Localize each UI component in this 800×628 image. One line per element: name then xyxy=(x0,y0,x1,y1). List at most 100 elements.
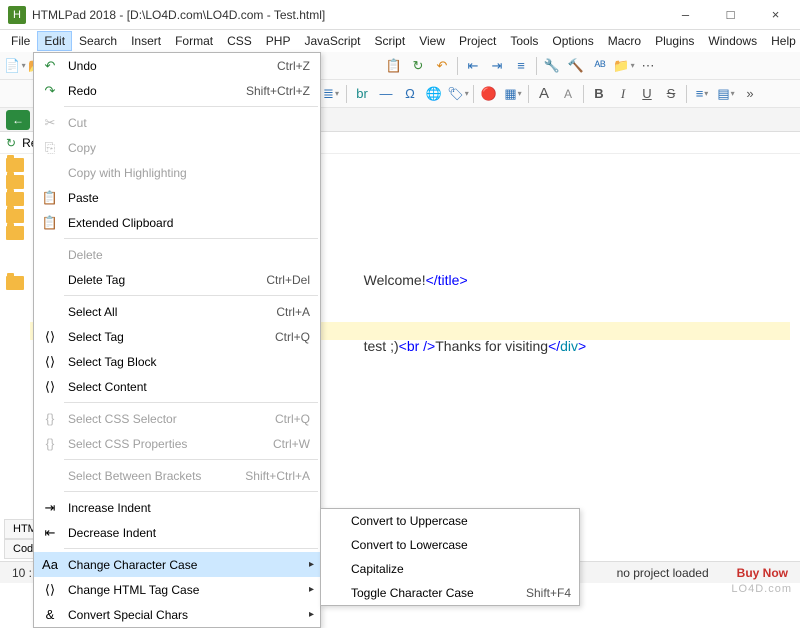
blank-icon xyxy=(40,163,60,183)
omega-icon[interactable]: Ω xyxy=(399,83,421,105)
menu-item-select-all[interactable]: Select AllCtrl+A xyxy=(34,299,320,324)
submenu-label: Capitalize xyxy=(351,562,571,576)
font-size-icon[interactable]: A xyxy=(533,83,555,105)
edit-menu-dropdown: ↶UndoCtrl+Z↷RedoShift+Ctrl+Z✂Cut⎘CopyCop… xyxy=(33,52,321,628)
menu-item-change-character-case[interactable]: AaChange Character Case▸ xyxy=(34,552,320,577)
maximize-button[interactable]: □ xyxy=(708,0,753,30)
refresh-icon[interactable]: ↻ xyxy=(407,55,429,77)
folder2-icon[interactable]: 📁▾ xyxy=(613,55,635,77)
palette-icon[interactable]: ▦▾ xyxy=(502,83,524,105)
align-icon[interactable]: ≡▾ xyxy=(691,83,713,105)
menu-item-select-tag-block[interactable]: ⟨⟩Select Tag Block xyxy=(34,349,320,374)
menu-item-undo[interactable]: ↶UndoCtrl+Z xyxy=(34,53,320,78)
menu-javascript[interactable]: JavaScript xyxy=(297,31,367,51)
menu-item-change-html-tag-case[interactable]: ⟨⟩Change HTML Tag Case▸ xyxy=(34,577,320,602)
menu-css[interactable]: CSS xyxy=(220,31,259,51)
folder-icon[interactable] xyxy=(6,158,24,172)
menu-item-extended-clipboard[interactable]: 📋Extended Clipboard xyxy=(34,210,320,235)
menu-macro[interactable]: Macro xyxy=(601,31,648,51)
menu-view[interactable]: View xyxy=(412,31,452,51)
bold-icon[interactable]: B xyxy=(588,83,610,105)
italic-icon[interactable]: I xyxy=(612,83,634,105)
indent-right-icon[interactable]: ⇥ xyxy=(486,55,508,77)
menubar: File Edit Search Insert Format CSS PHP J… xyxy=(0,30,800,52)
blank-icon xyxy=(40,466,60,486)
underline-icon[interactable]: U xyxy=(636,83,658,105)
menu-separator xyxy=(64,295,318,296)
watermark: LO4D.com xyxy=(731,583,792,595)
refresh-icon[interactable]: ↻ xyxy=(6,136,16,150)
menu-windows[interactable]: Windows xyxy=(701,31,764,51)
spacer xyxy=(6,243,24,273)
menu-shortcut: Ctrl+Q xyxy=(275,412,310,426)
menu-item-convert-special-chars[interactable]: &Convert Special Chars▸ xyxy=(34,602,320,627)
strike-icon[interactable]: S xyxy=(660,83,682,105)
folder-icon[interactable] xyxy=(6,209,24,223)
menu-php[interactable]: PHP xyxy=(259,31,298,51)
br-tag-icon[interactable]: br xyxy=(351,83,373,105)
separator xyxy=(528,85,529,103)
folder-icon[interactable] xyxy=(6,175,24,189)
hr-icon[interactable]: ― xyxy=(375,83,397,105)
back-button[interactable]: ← xyxy=(6,110,30,130)
separator xyxy=(457,57,458,75)
font-size2-icon[interactable]: A xyxy=(557,83,579,105)
menu-shortcut: Ctrl+A xyxy=(276,305,310,319)
menu-tools[interactable]: Tools xyxy=(503,31,545,51)
tool2-icon[interactable]: 🔨 xyxy=(565,55,587,77)
separator xyxy=(686,85,687,103)
menu-item-select-tag[interactable]: ⟨⟩Select TagCtrl+Q xyxy=(34,324,320,349)
folder-icon[interactable] xyxy=(6,276,24,290)
folder-icon[interactable] xyxy=(6,226,24,240)
submenu-item-convert-to-uppercase[interactable]: Convert to Uppercase xyxy=(321,509,579,533)
folder-icon[interactable] xyxy=(6,192,24,206)
color-circles-icon[interactable]: 🔴 xyxy=(478,83,500,105)
menu-item-decrease-indent[interactable]: ⇤Decrease Indent xyxy=(34,520,320,545)
buy-now-link[interactable]: Buy Now xyxy=(731,566,794,580)
menu-script[interactable]: Script xyxy=(368,31,413,51)
menu-help[interactable]: Help xyxy=(764,31,800,51)
undo2-icon[interactable]: ↶ xyxy=(431,55,453,77)
menu-file[interactable]: File xyxy=(4,31,37,51)
list-icon[interactable]: ≣▾ xyxy=(320,83,342,105)
submenu-item-toggle-character-case[interactable]: Toggle Character CaseShift+F4 xyxy=(321,581,579,605)
block-icon[interactable]: ▤▾ xyxy=(715,83,737,105)
menu-project[interactable]: Project xyxy=(452,31,503,51)
menu-format[interactable]: Format xyxy=(168,31,220,51)
format-icon[interactable]: ≡ xyxy=(510,55,532,77)
tag-icon[interactable]: 🏷▾ xyxy=(447,83,469,105)
menu-item-label: Select All xyxy=(68,305,276,319)
doc-icon[interactable]: 📋 xyxy=(383,55,405,77)
menu-separator xyxy=(64,106,318,107)
menu-insert[interactable]: Insert xyxy=(124,31,168,51)
minimize-button[interactable]: – xyxy=(663,0,708,30)
new-file-icon[interactable]: 📄▾ xyxy=(4,55,26,77)
expand-icon[interactable]: » xyxy=(739,83,761,105)
indent-left-icon[interactable]: ⇤ xyxy=(462,55,484,77)
menu-edit[interactable]: Edit xyxy=(37,31,72,51)
menu-plugins[interactable]: Plugins xyxy=(648,31,701,51)
menu-item-select-content[interactable]: ⟨⟩Select Content xyxy=(34,374,320,399)
menu-item-copy-with-highlighting: Copy with Highlighting xyxy=(34,160,320,185)
menu-search[interactable]: Search xyxy=(72,31,124,51)
globe-icon[interactable]: 🌐 xyxy=(423,83,445,105)
menu-item-delete: Delete xyxy=(34,242,320,267)
more-icon[interactable]: ⋯ xyxy=(637,55,659,77)
menu-item-redo[interactable]: ↷RedoShift+Ctrl+Z xyxy=(34,78,320,103)
menu-item-increase-indent[interactable]: ⇥Increase Indent xyxy=(34,495,320,520)
menu-item-copy: ⎘Copy xyxy=(34,135,320,160)
submenu-item-capitalize[interactable]: Capitalize xyxy=(321,557,579,581)
spellcheck-icon[interactable]: ᴬᴮ xyxy=(589,55,611,77)
menu-item-delete-tag[interactable]: Delete TagCtrl+Del xyxy=(34,267,320,292)
paste-icon: 📋 xyxy=(40,188,60,208)
separator xyxy=(346,85,347,103)
close-button[interactable]: × xyxy=(753,0,798,30)
tool-icon[interactable]: 🔧 xyxy=(541,55,563,77)
app-icon: H xyxy=(8,6,26,24)
undo-icon: ↶ xyxy=(40,56,60,76)
submenu-item-convert-to-lowercase[interactable]: Convert to Lowercase xyxy=(321,533,579,557)
menu-item-label: Select CSS Selector xyxy=(68,412,275,426)
menu-options[interactable]: Options xyxy=(545,31,600,51)
menu-item-label: Increase Indent xyxy=(68,501,314,515)
menu-item-paste[interactable]: 📋Paste xyxy=(34,185,320,210)
